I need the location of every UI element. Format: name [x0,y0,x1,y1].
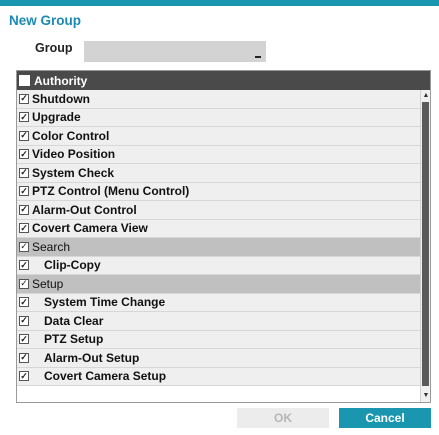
ok-button[interactable]: OK [237,408,329,428]
scroll-thumb[interactable] [422,102,429,386]
authority-checkbox-icon[interactable] [19,75,30,86]
row-label: Alarm-Out Setup [44,350,140,365]
permission-row[interactable]: ✓ Clip-Copy [17,256,420,275]
top-accent-bar [0,0,439,6]
vertical-scrollbar[interactable]: ▲ ▼ [420,90,430,402]
permission-row[interactable]: ✓ System Time Change [17,293,420,312]
scroll-down-icon[interactable]: ▼ [422,392,430,400]
checkbox-icon[interactable]: ✓ [19,112,29,123]
checkbox-icon[interactable]: ✓ [19,93,29,104]
authority-list: Authority ✓ Shutdown ✓ Upgrade ✓ Color Contro… [16,70,431,403]
permission-row[interactable]: ✓ Alarm-Out Control [17,201,420,220]
row-label: PTZ Setup [44,332,104,347]
authority-rows: ✓ Shutdown ✓ Upgrade ✓ Color Control ✓ Video Po… [17,90,420,386]
checkbox-icon[interactable]: ✓ [19,334,29,345]
checkbox-icon[interactable]: ✓ [19,204,29,215]
row-label: Clip-Copy [44,258,101,273]
checkbox-icon[interactable]: ✓ [19,260,29,271]
checkbox-icon[interactable]: ✓ [19,241,29,252]
row-label: Data Clear [44,313,104,328]
permission-row[interactable]: ✓ Shutdown [17,90,420,109]
permission-row[interactable]: ✓ PTZ Control (Menu Control) [17,182,420,201]
checkbox-icon[interactable]: ✓ [19,278,29,289]
checkbox-icon[interactable]: ✓ [19,186,29,197]
row-label: System Time Change [44,295,166,310]
permission-row[interactable]: ✓ Color Control [17,127,420,146]
row-label: Color Control [32,128,110,143]
row-label: Search [32,239,71,254]
authority-header-label: Authority [34,73,88,88]
text-caret [255,56,261,58]
section-row[interactable]: ✓ Setup [17,275,420,294]
row-label: Alarm-Out Control [32,202,137,217]
permission-row[interactable]: ✓ Video Position [17,145,420,164]
checkbox-icon[interactable]: ✓ [19,130,29,141]
permission-row[interactable]: ✓ System Check [17,164,420,183]
permission-row[interactable]: ✓ PTZ Setup [17,330,420,349]
permission-row[interactable]: ✓ Upgrade [17,108,420,127]
checkbox-icon[interactable]: ✓ [19,297,29,308]
scroll-up-icon[interactable]: ▲ [422,92,430,100]
row-label: Covert Camera View [32,221,148,236]
group-name-input[interactable] [84,41,266,62]
row-label: Upgrade [32,110,81,125]
permission-row[interactable]: ✓ Data Clear [17,312,420,331]
checkbox-icon[interactable]: ✓ [19,167,29,178]
row-label: Video Position [32,147,116,162]
section-row[interactable]: ✓ Search [17,238,420,257]
checkbox-icon[interactable]: ✓ [19,352,29,363]
authority-header[interactable]: Authority [17,71,430,90]
row-label: PTZ Control (Menu Control) [32,184,190,199]
cancel-button[interactable]: Cancel [339,408,431,428]
group-label: Group [35,41,73,55]
row-label: Shutdown [32,91,90,106]
checkbox-icon[interactable]: ✓ [19,149,29,160]
row-label: System Check [32,165,115,180]
dialog-title: New Group [9,13,82,28]
checkbox-icon[interactable]: ✓ [19,371,29,382]
checkbox-icon[interactable]: ✓ [19,315,29,326]
permission-row[interactable]: ✓ Alarm-Out Setup [17,349,420,368]
row-label: Covert Camera Setup [44,369,167,384]
permission-row[interactable]: ✓ Covert Camera Setup [17,367,420,386]
row-label: Setup [32,276,64,291]
permission-row[interactable]: ✓ Covert Camera View [17,219,420,238]
checkbox-icon[interactable]: ✓ [19,223,29,234]
